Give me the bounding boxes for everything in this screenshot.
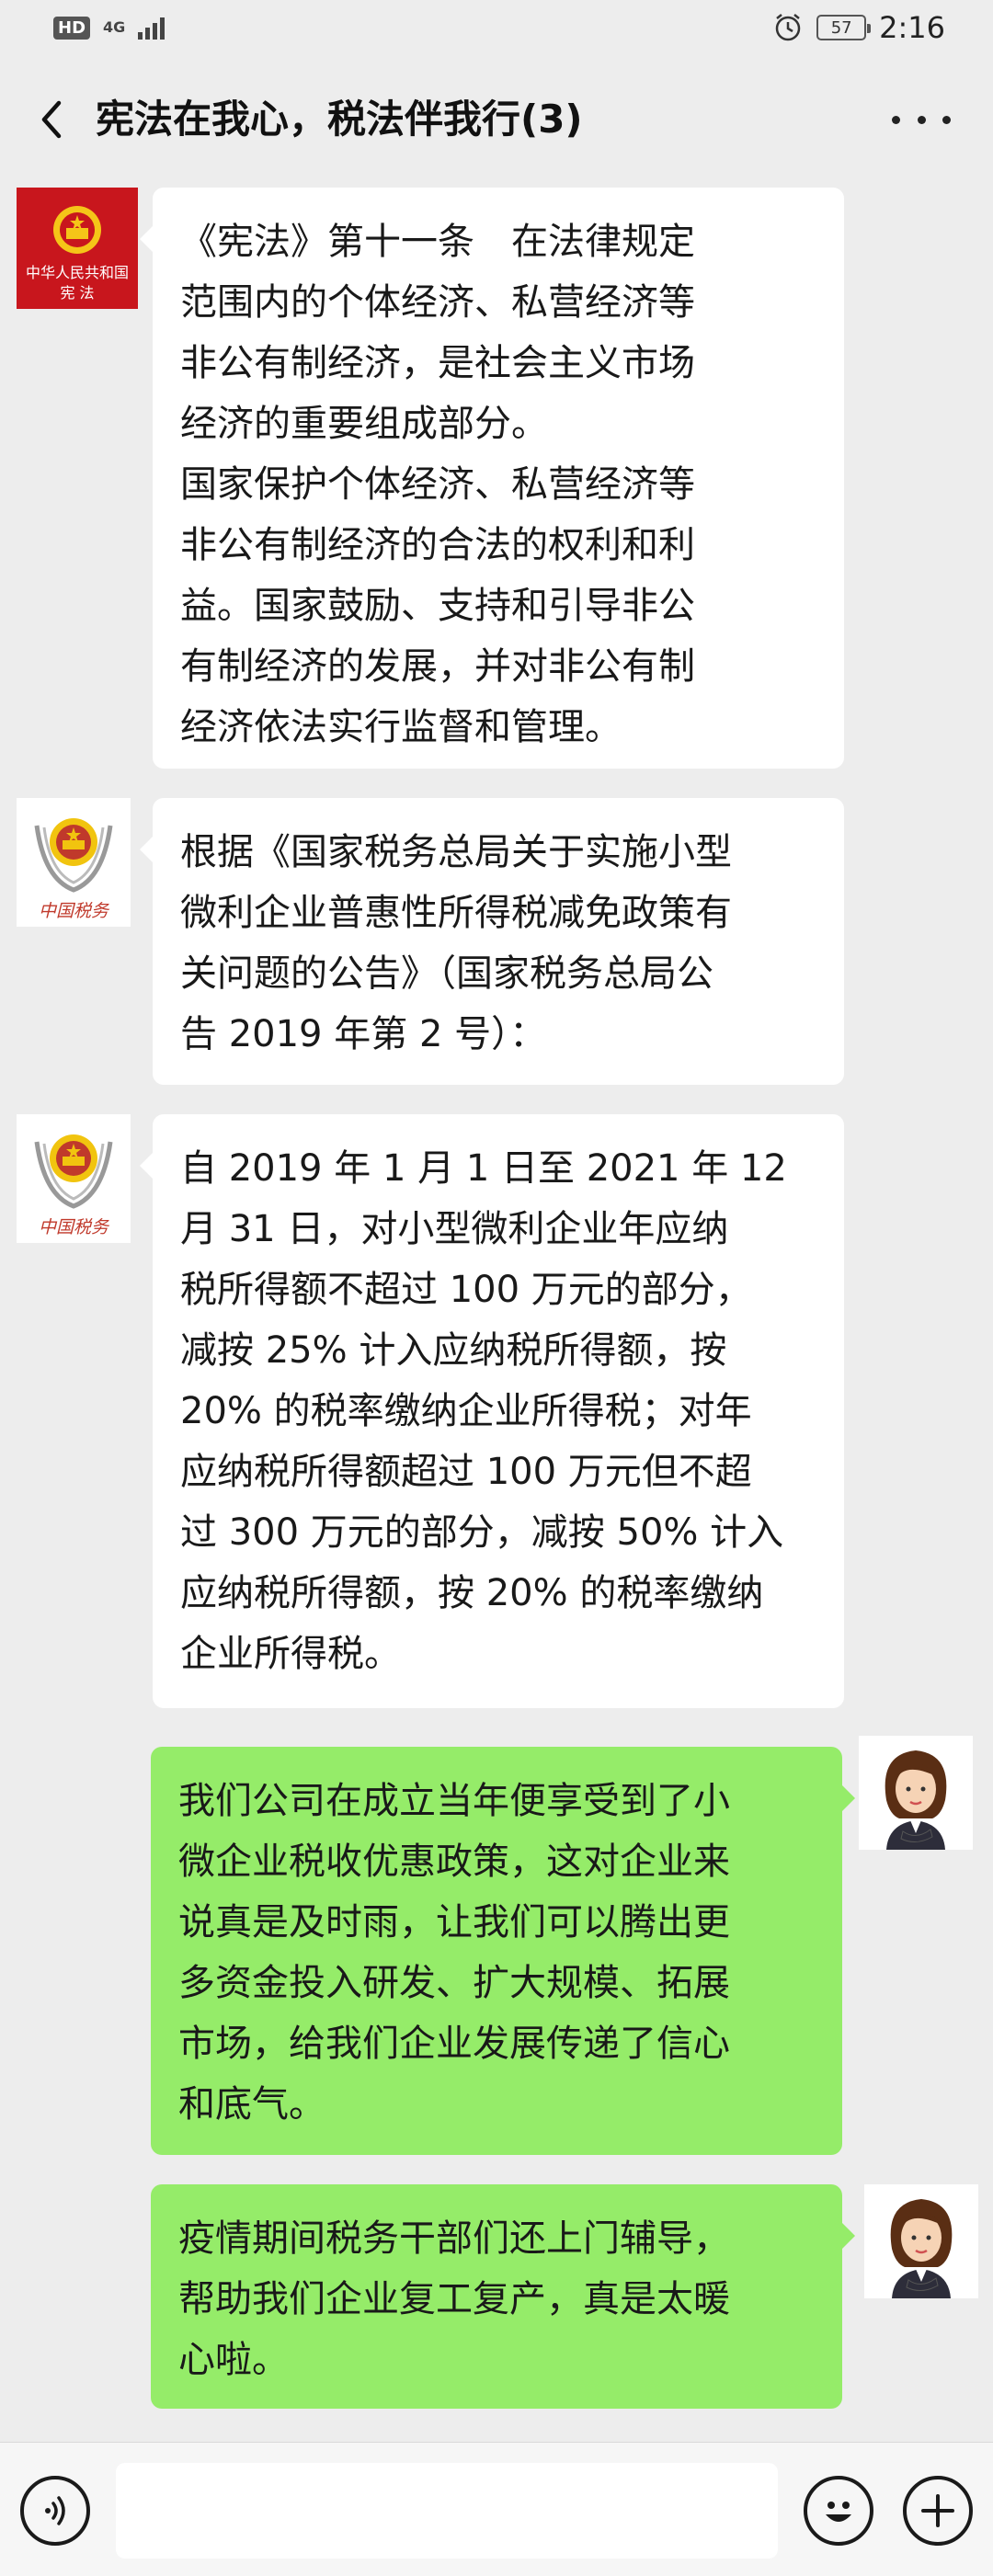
signal-icon — [138, 16, 166, 40]
emoji-button[interactable] — [804, 2476, 873, 2546]
page-title: 宪法在我心，税法伴我行(3) — [96, 97, 583, 142]
message-bubble[interactable]: 我们公司在成立当年便享受到了小 微企业税收优惠政策，这对企业来 说真是及时雨，让… — [151, 1747, 855, 2155]
plus-button[interactable] — [903, 2476, 973, 2546]
battery-level: 57 — [830, 17, 852, 38]
businesswoman-avatar[interactable] — [864, 2184, 978, 2298]
message-bubble[interactable]: 《宪法》第十一条 在法律规定 范围内的个体经济、私营经济等 非公有制经济，是社会… — [140, 188, 844, 769]
voice-icon — [45, 2496, 65, 2525]
chat-header: 宪法在我心，税法伴我行(3) — [0, 55, 993, 184]
businesswoman-icon — [885, 1750, 947, 1850]
avatar-caption: 中国税务 — [38, 901, 108, 921]
chevron-left-icon — [41, 100, 62, 139]
businesswoman-icon — [890, 2199, 953, 2298]
voice-button[interactable] — [20, 2476, 90, 2546]
alarm-clock-icon — [775, 14, 801, 41]
status-left: HD 4G — [53, 16, 166, 40]
businesswoman-avatar[interactable] — [859, 1736, 973, 1850]
input-bar — [0, 2442, 993, 2576]
avatar-caption: 中华人民共和国 宪 法 — [25, 264, 129, 302]
battery-icon: 57 — [816, 15, 872, 40]
china-tax-emblem-avatar[interactable]: 中国税务 — [17, 1114, 131, 1243]
message-input[interactable] — [116, 2463, 778, 2559]
china-tax-emblem-avatar[interactable]: 中国税务 — [17, 798, 131, 927]
network-type: 4G — [103, 18, 126, 36]
constitution-book-avatar[interactable]: 中华人民共和国 宪 法 — [17, 188, 138, 309]
plus-icon — [921, 2494, 954, 2527]
hd-badge: HD — [53, 16, 91, 40]
status-time: 2:16 — [879, 10, 945, 45]
emoji-icon — [826, 2502, 851, 2522]
message-bubble[interactable]: 疫情期间税务干部们还上门辅导， 帮助我们企业复工复产，真是太暖 心啦。 — [151, 2184, 855, 2409]
back-button[interactable] — [24, 92, 79, 147]
more-dots-icon — [892, 115, 900, 124]
message-bubble[interactable]: 根据《国家税务总局关于实施小型 微利企业普惠性所得税减免政策有 关问题的公告》（… — [140, 798, 844, 1085]
more-button[interactable] — [892, 103, 951, 136]
avatar-caption: 中国税务 — [38, 1217, 108, 1237]
message-bubble[interactable]: 自 2019 年 1 月 1 日至 2021 年 12 月 31 日，对小型微利… — [140, 1114, 844, 1708]
status-bar: HD 4G 57 2:16 — [0, 0, 993, 55]
status-right: 57 2:16 — [772, 10, 945, 45]
